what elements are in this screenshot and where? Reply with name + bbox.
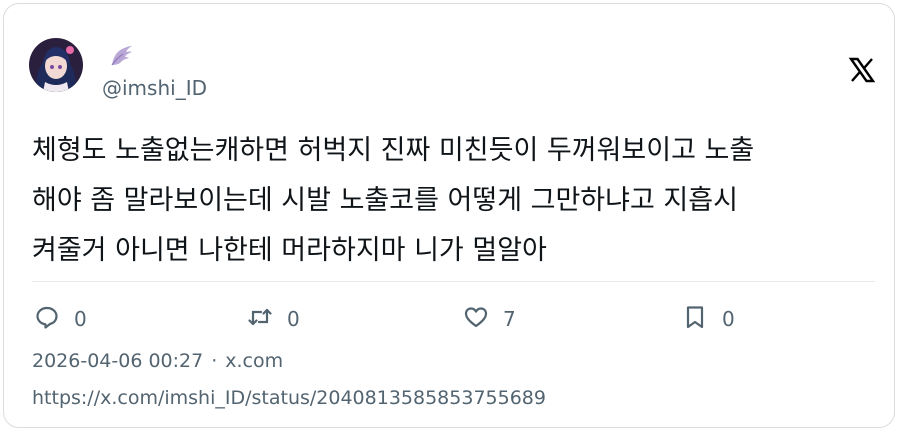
angel-wing-icon: [108, 43, 134, 67]
divider: [32, 281, 875, 282]
reply-button[interactable]: 0: [34, 301, 87, 337]
bookmark-button[interactable]: 0: [682, 301, 735, 337]
tweet-card: @imshi_ID 체형도 노출없는캐하면 허벅지 진짜 미친듯이 두꺼워보이고…: [3, 3, 895, 428]
bookmark-icon: [682, 304, 708, 334]
meta-separator: ·: [211, 350, 218, 372]
timestamp[interactable]: 2026-04-06 00:27: [32, 350, 203, 372]
like-button[interactable]: 7: [463, 301, 516, 337]
heart-icon: [463, 304, 489, 334]
tweet-text: 체형도 노출없는캐하면 허벅지 진짜 미친듯이 두꺼워보이고 노출 해야 좀 말…: [32, 135, 755, 266]
like-count: 7: [503, 307, 516, 331]
reply-icon: [34, 304, 60, 334]
avatar[interactable]: [29, 38, 83, 92]
reply-count: 0: [74, 307, 87, 331]
retweet-button[interactable]: 0: [247, 301, 300, 337]
author-handle[interactable]: @imshi_ID: [102, 76, 207, 100]
source-link[interactable]: x.com: [225, 350, 283, 372]
bookmark-count: 0: [722, 307, 735, 331]
tweet-meta: 2026-04-06 00:27 · x.com: [32, 350, 283, 372]
retweet-count: 0: [287, 307, 300, 331]
tweet-url[interactable]: https://x.com/imshi_ID/status/2040813585…: [32, 387, 546, 409]
x-logo-icon[interactable]: [848, 56, 876, 84]
retweet-icon: [247, 304, 273, 334]
action-bar: 0 0 7 0: [32, 301, 875, 337]
